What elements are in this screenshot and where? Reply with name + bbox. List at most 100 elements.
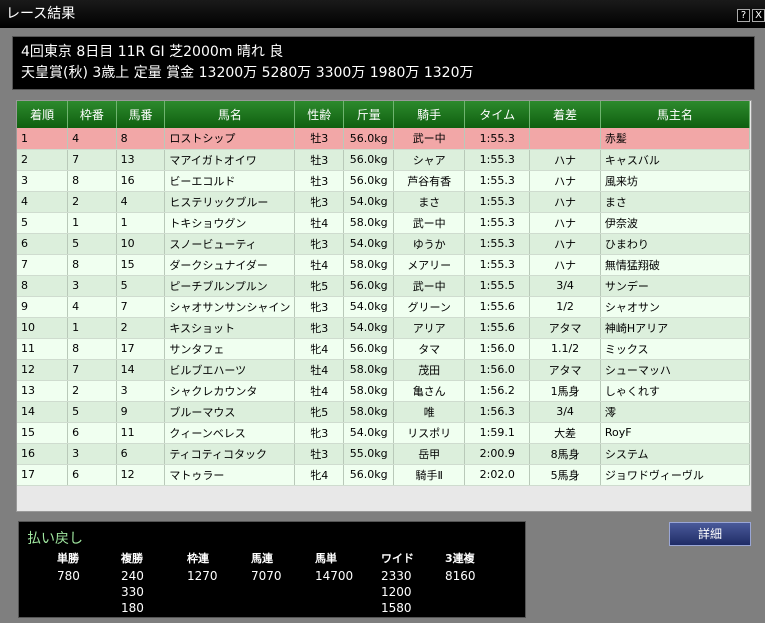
- window-title: レース結果: [6, 6, 76, 22]
- table-cell: 15: [17, 422, 69, 444]
- table-cell: 1: [116, 212, 166, 234]
- column-header[interactable]: 斤量: [343, 101, 395, 128]
- table-body: 1 4 8 ロストシップ 牡3 56.0kg 武ー中 1:55.3 赤髪 2 7 13 マアイガトオイワ…: [17, 128, 751, 486]
- table-row[interactable]: 4 2 4 ヒステリックブルー 牝3 54.0kg まさ 1:55.3 ハナ まさ: [17, 191, 751, 213]
- column-header[interactable]: 性齢: [294, 101, 345, 128]
- table-cell: 58.0kg: [343, 401, 395, 423]
- column-header[interactable]: 着差: [529, 101, 601, 128]
- table-row[interactable]: 12 7 14 ビルブエハーツ 牡4 58.0kg 茂田 1:56.0 アタマ シューマッハ: [17, 359, 751, 381]
- table-cell: 4: [67, 296, 117, 318]
- table-row[interactable]: 11 8 17 サンタフェ 牝4 56.0kg タマ 1:56.0 1.1/2 ミックス: [17, 338, 751, 360]
- table-row[interactable]: 9 4 7 シャオサンサンシャイン 牝3 54.0kg グリーン 1:55.6 1/2 シャオサン: [17, 296, 751, 318]
- column-header[interactable]: タイム: [464, 101, 531, 128]
- table-cell: 4: [17, 191, 69, 213]
- table-cell: タマ: [393, 338, 466, 360]
- payout-value: 330: [121, 585, 144, 599]
- table-cell: ハナ: [529, 233, 601, 255]
- table-row[interactable]: 2 7 13 マアイガトオイワ 牡3 56.0kg シャア 1:55.3 ハナ キャスバル: [17, 149, 751, 171]
- payout-column: 馬連 7070: [251, 550, 282, 584]
- payout-value: 7070: [251, 569, 282, 583]
- table-row[interactable]: 3 8 16 ビーエコルド 牡3 56.0kg 芦谷有香 1:55.3 ハナ 風来坊: [17, 170, 751, 192]
- table-cell: 1:55.3: [464, 191, 531, 213]
- payout-column: 複勝 240 330 180: [121, 550, 144, 616]
- table-cell: 5: [67, 401, 117, 423]
- table-row[interactable]: 13 2 3 シャクレカウンタ 牡4 58.0kg 亀さん 1:56.2 1馬身 しゃくれす: [17, 380, 751, 402]
- table-cell: ティコティコタック: [164, 443, 296, 465]
- table-cell: 1: [17, 128, 69, 150]
- table-row[interactable]: 5 1 1 トキショウグン 牡4 58.0kg 武ー中 1:55.3 ハナ 伊奈波: [17, 212, 751, 234]
- column-header[interactable]: 馬名: [164, 101, 296, 128]
- payout-label: 枠連: [187, 552, 209, 565]
- table-cell: 2:02.0: [464, 464, 531, 486]
- table-cell: マトゥラー: [164, 464, 296, 486]
- column-header[interactable]: 騎手: [393, 101, 466, 128]
- results-table-container[interactable]: 着順 枠番 馬番 馬名 性齢 斤量 騎手 タイム 着差 馬主名 1 4 8 ロストシップ 牡3 56.0kg…: [16, 100, 752, 512]
- table-cell: 17: [17, 464, 69, 486]
- help-button[interactable]: ?: [737, 9, 750, 22]
- table-cell: シャオサンサンシャイン: [164, 296, 296, 318]
- table-cell: 13: [17, 380, 69, 402]
- table-cell: 1:55.3: [464, 254, 531, 276]
- table-cell: しゃくれす: [600, 380, 751, 402]
- table-cell: 54.0kg: [343, 422, 395, 444]
- table-cell: ビーエコルド: [164, 170, 296, 192]
- table-cell: 14: [17, 401, 69, 423]
- table-row[interactable]: 14 5 9 ブルーマウス 牝5 58.0kg 唯 1:56.3 3/4 澪: [17, 401, 751, 423]
- column-header[interactable]: 馬番: [116, 101, 166, 128]
- table-cell: 8: [67, 338, 117, 360]
- table-row[interactable]: 17 6 12 マトゥラー 牝4 56.0kg 騎手Ⅱ 2:02.0 5馬身 ジョワドヴィーヴル: [17, 464, 751, 486]
- table-cell: 58.0kg: [343, 212, 395, 234]
- table-cell: 2: [67, 380, 117, 402]
- table-cell: ブルーマウス: [164, 401, 296, 423]
- table-cell: 神崎Hアリア: [600, 317, 751, 339]
- table-cell: 1:56.3: [464, 401, 531, 423]
- table-cell: 1:59.1: [464, 422, 531, 444]
- table-cell: 1:55.3: [464, 128, 531, 150]
- table-cell: ロストシップ: [164, 128, 296, 150]
- table-cell: 牡3: [294, 170, 345, 192]
- close-button[interactable]: X: [752, 9, 765, 22]
- table-cell: 11: [17, 338, 69, 360]
- payout-value: 8160: [445, 569, 476, 583]
- table-cell: 1:55.3: [464, 170, 531, 192]
- table-cell: グリーン: [393, 296, 466, 318]
- table-cell: サンデー: [600, 275, 751, 297]
- column-header[interactable]: 着順: [17, 101, 69, 128]
- payout-value: 14700: [315, 569, 354, 583]
- table-row[interactable]: 8 3 5 ピーチブルンプルン 牝5 56.0kg 武ー中 1:55.5 3/4 サンデー: [17, 275, 751, 297]
- column-header[interactable]: 枠番: [67, 101, 117, 128]
- table-row[interactable]: 10 1 2 キスショット 牝3 54.0kg アリア 1:55.6 アタマ 神崎Hアリア: [17, 317, 751, 339]
- table-cell: 牝5: [294, 401, 345, 423]
- table-cell: 1馬身: [529, 380, 601, 402]
- table-row[interactable]: 16 3 6 ティコティコタック 牡3 55.0kg 岳甲 2:00.9 8馬身 システム: [17, 443, 751, 465]
- table-row[interactable]: 6 5 10 スノービューティ 牝3 54.0kg ゆうか 1:55.3 ハナ ひまわり: [17, 233, 751, 255]
- table-row[interactable]: 7 8 15 ダークシュナイダー 牡4 58.0kg メアリー 1:55.3 ハナ 無情猛翔破: [17, 254, 751, 276]
- table-cell: 牡4: [294, 254, 345, 276]
- column-header[interactable]: 馬主名: [600, 101, 751, 128]
- table-cell: 3: [116, 380, 166, 402]
- table-cell: アリア: [393, 317, 466, 339]
- table-cell: ハナ: [529, 170, 601, 192]
- table-cell: 7: [17, 254, 69, 276]
- table-header-row: 着順 枠番 馬番 馬名 性齢 斤量 騎手 タイム 着差 馬主名: [17, 101, 751, 128]
- table-cell: 8馬身: [529, 443, 601, 465]
- table-row[interactable]: 1 4 8 ロストシップ 牡3 56.0kg 武ー中 1:55.3 赤髪: [17, 128, 751, 150]
- table-cell: 1:55.3: [464, 233, 531, 255]
- table-cell: ダークシュナイダー: [164, 254, 296, 276]
- detail-button[interactable]: 詳細: [669, 522, 751, 546]
- table-cell: 17: [116, 338, 166, 360]
- table-cell: 大差: [529, 422, 601, 444]
- table-cell: 54.0kg: [343, 233, 395, 255]
- table-cell: 16: [116, 170, 166, 192]
- table-row[interactable]: 15 6 11 クィーンベレス 牝3 54.0kg リスポリ 1:59.1 大差 RoyF: [17, 422, 751, 444]
- table-cell: 12: [17, 359, 69, 381]
- table-cell: 牝3: [294, 191, 345, 213]
- payout-column: 単勝 780: [57, 550, 80, 584]
- table-cell: 牡3: [294, 149, 345, 171]
- table-cell: [529, 128, 601, 150]
- payout-column: 馬単 14700: [315, 550, 353, 584]
- table-cell: 8: [116, 128, 166, 150]
- table-cell: 1.1/2: [529, 338, 601, 360]
- table-cell: ハナ: [529, 212, 601, 234]
- table-cell: スノービューティ: [164, 233, 296, 255]
